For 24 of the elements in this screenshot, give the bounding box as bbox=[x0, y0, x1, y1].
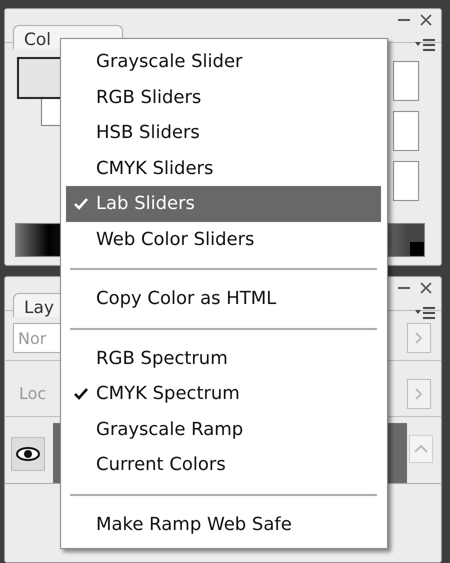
chevron-right-icon bbox=[415, 388, 423, 400]
menu-item[interactable]: CMYK Spectrum bbox=[66, 376, 381, 412]
value-field[interactable] bbox=[393, 111, 419, 151]
value-field[interactable] bbox=[393, 161, 419, 201]
menu-item[interactable]: RGB Sliders bbox=[66, 80, 381, 115]
menu-item[interactable]: Make Ramp Web Safe bbox=[66, 506, 381, 542]
menu-item[interactable]: Current Colors bbox=[66, 447, 381, 482]
lock-label: Loc bbox=[18, 384, 46, 403]
chevron-up-icon bbox=[414, 445, 428, 453]
menu-item[interactable]: Grayscale Ramp bbox=[66, 412, 381, 447]
panel-menu-icon[interactable] bbox=[415, 38, 435, 52]
menu-item[interactable]: Copy Color as HTML bbox=[66, 281, 381, 316]
menu-item[interactable]: CMYK Sliders bbox=[66, 150, 381, 186]
chevron-right-icon bbox=[415, 332, 423, 344]
end-swatch[interactable] bbox=[410, 242, 424, 256]
close-icon[interactable] bbox=[419, 281, 433, 295]
menu-item[interactable]: HSB Sliders bbox=[66, 115, 381, 150]
panel-menu-icon[interactable] bbox=[415, 306, 435, 320]
menu-item[interactable]: Lab Sliders bbox=[66, 186, 381, 222]
visibility-toggle[interactable] bbox=[11, 437, 45, 471]
eye-icon bbox=[16, 446, 40, 462]
menu-item[interactable]: Web Color Sliders bbox=[66, 222, 381, 257]
value-field[interactable] bbox=[393, 61, 419, 101]
close-icon[interactable] bbox=[419, 13, 433, 27]
